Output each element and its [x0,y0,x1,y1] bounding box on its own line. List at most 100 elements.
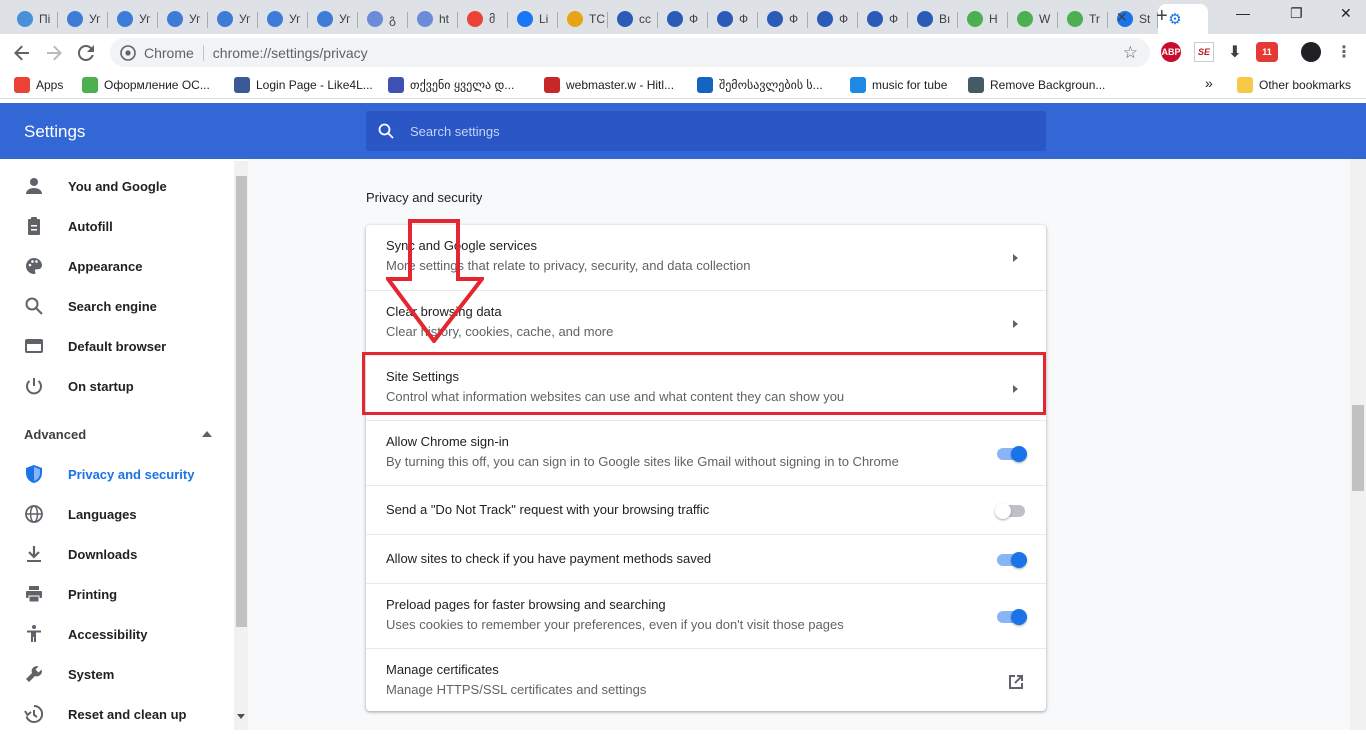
bookmark-item[interactable]: Apps [14,77,63,93]
zoho-icon [817,11,833,27]
tab-1[interactable]: Уг [58,4,108,34]
se-extension-icon[interactable]: SE [1194,42,1214,62]
tab-12[interactable]: cc [608,4,658,34]
sidebar-item-printing[interactable]: Printing [0,574,232,614]
tab-3[interactable]: Уг [158,4,208,34]
tab-14[interactable]: Ф [708,4,758,34]
tab-9[interactable]: მ [458,4,508,34]
omnibox-url[interactable]: chrome://settings/privacy [213,45,368,61]
profile-avatar[interactable] [1301,42,1321,62]
sidebar-item-system[interactable]: System [0,654,232,694]
settings-row-clear-browsing-data[interactable]: Clear browsing data Clear history, cookie… [366,290,1046,355]
bookmark-item[interactable]: თქვენი ყველა დ... [388,77,514,93]
bookmark-item[interactable]: Login Page - Like4L... [234,77,373,93]
reload-button[interactable] [74,41,98,65]
sidebar-item-you-and-google[interactable]: You and Google [0,166,232,206]
scroll-down-arrow-icon[interactable] [237,714,245,719]
settings-row-site-settings[interactable]: Site Settings Control what information we… [366,355,1046,420]
w3-icon [1017,11,1033,27]
sidebar-item-on-startup[interactable]: On startup [0,366,232,406]
toggle-knob [1011,551,1027,568]
bookmark-item[interactable]: Remove Backgroun... [968,77,1105,93]
tab-16[interactable]: Ф [808,4,858,34]
settings-search-box[interactable] [366,111,1046,151]
maximize-button[interactable]: ❐ [1290,5,1303,22]
tab-2[interactable]: Уг [108,4,158,34]
tab-8[interactable]: ht [408,4,458,34]
bookmark-item[interactable]: Оформление ОС... [82,77,210,93]
sidebar-item-reset-and-clean-up[interactable]: Reset and clean up [0,694,232,734]
settings-row-allow-sites-to-check-if-you-have-payment-methods-saved[interactable]: Allow sites to check if you have payment… [366,534,1046,583]
tab-15[interactable]: Ф [758,4,808,34]
sidebar-item-privacy-and-security[interactable]: Privacy and security [0,454,232,494]
adblock-extension-icon[interactable]: ABP [1161,42,1181,62]
sidebar-scroll-thumb[interactable] [236,176,247,627]
sidebar-item-downloads[interactable]: Downloads [0,534,232,574]
chevron-right-icon[interactable] [1013,384,1018,393]
settings-row-allow-chrome-sign-in[interactable]: Allow Chrome sign-in By turning this off,… [366,420,1046,485]
download-extension-icon[interactable]: ⬇ [1225,42,1245,62]
chevron-right-icon[interactable] [1013,319,1018,328]
settings-row-send-a-do-not-track-request-with-your-browsing-traffic[interactable]: Send a "Do Not Track" request with your … [366,485,1046,534]
sidebar-advanced-header[interactable]: Advanced [24,427,86,442]
tab-label: მ [489,12,496,26]
omnibox[interactable]: Chrome chrome://settings/privacy ☆ [110,38,1150,67]
search-settings-input[interactable] [410,123,970,139]
tab-0[interactable]: Пі [8,4,58,34]
close-window-button[interactable]: ✕ [1340,5,1352,22]
ucoz-icon [317,11,333,27]
tab-7[interactable]: გ [358,4,408,34]
tab-label: Ф [689,12,699,26]
ucoz-icon [67,11,83,27]
tab-19[interactable]: H [958,4,1008,34]
tab-10[interactable]: Li [508,4,558,34]
close-tab-icon[interactable]: ✕ [1116,9,1128,26]
sidebar-item-autofill[interactable]: Autofill [0,206,232,246]
bookmark-label: Login Page - Like4L... [256,78,373,92]
minimize-button[interactable]: — [1236,5,1250,21]
open-external-icon[interactable] [1007,673,1025,691]
tab-17[interactable]: Ф [858,4,908,34]
vue-icon [367,11,383,27]
privacy-settings-card: Sync and Google services More settings th… [366,225,1046,711]
settings-row-preload-pages-for-faster-browsing-and-searching[interactable]: Preload pages for faster browsing and se… [366,583,1046,648]
menu-kebab-icon[interactable]: ⋮ [1334,42,1354,62]
bookmarks-overflow-button[interactable]: » [1205,75,1213,91]
bookmark-item[interactable]: webmaster.w - Hitl... [544,77,674,93]
settings-row-manage-certificates[interactable]: Manage certificates Manage HTTPS/SSL cert… [366,648,1046,713]
row-title: Allow Chrome sign-in [386,434,509,449]
sidebar-item-appearance[interactable]: Appearance [0,246,232,286]
new-tab-button[interactable]: + [1156,5,1168,28]
tab-4[interactable]: Уг [208,4,258,34]
back-button[interactable] [10,41,34,65]
sidebar-item-label: You and Google [68,178,167,194]
collapse-caret-icon[interactable] [202,431,212,437]
bookmark-favicon-icon [234,77,250,93]
coupon-extension-icon[interactable]: 11 [1256,42,1278,62]
adblock-label: ABP [1161,47,1181,57]
toggle-switch[interactable] [995,445,1027,462]
toggle-switch[interactable] [995,608,1027,625]
toggle-switch[interactable] [995,551,1027,568]
tab-13[interactable]: Ф [658,4,708,34]
sidebar-item-default-browser[interactable]: Default browser [0,326,232,366]
chevron-right-icon[interactable] [1013,253,1018,262]
toggle-switch[interactable] [995,502,1027,519]
tab-6[interactable]: Уг [308,4,358,34]
bookmark-item[interactable]: შემოსავლების ს... [697,77,823,93]
settings-row-sync-and-google-services[interactable]: Sync and Google services More settings th… [366,225,1046,290]
bookmark-favicon-icon [544,77,560,93]
tab-21[interactable]: Tr [1058,4,1108,34]
sidebar-item-search-engine[interactable]: Search engine [0,286,232,326]
tab-5[interactable]: Уг [258,4,308,34]
sidebar-item-languages[interactable]: Languages [0,494,232,534]
tab-18[interactable]: Вı [908,4,958,34]
other-bookmarks-folder[interactable]: Other bookmarks [1237,77,1351,93]
bookmark-item[interactable]: music for tube [850,77,947,93]
sidebar-item-accessibility[interactable]: Accessibility [0,614,232,654]
tab-11[interactable]: TC [558,4,608,34]
page-scroll-thumb[interactable] [1352,405,1364,491]
forward-button[interactable] [42,41,66,65]
tab-20[interactable]: W [1008,4,1058,34]
bookmark-star-icon[interactable]: ☆ [1123,43,1138,63]
